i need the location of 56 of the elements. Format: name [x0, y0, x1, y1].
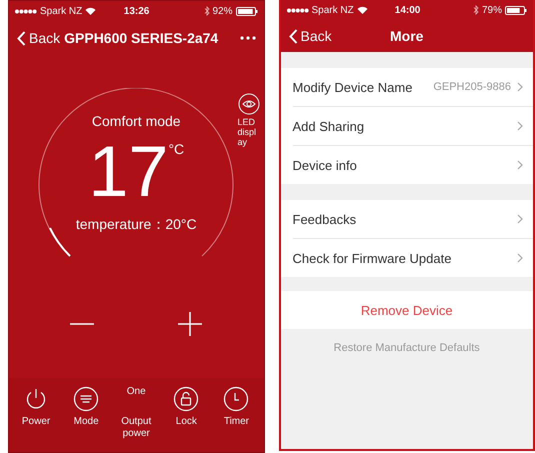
- menu-row[interactable]: Check for Firmware Update: [292, 239, 533, 277]
- menu-row[interactable]: Add Sharing: [292, 107, 533, 146]
- device-title: GPPH600 SERIES-2a74: [64, 30, 220, 46]
- battery-icon: [505, 6, 528, 14]
- setpoint-temperature: 17: [88, 133, 168, 211]
- chevron-right-icon: [517, 160, 523, 170]
- device-name-value: GEPH205-9886: [433, 81, 511, 93]
- chevron-right-icon: [517, 82, 523, 92]
- bluetooth-icon: [473, 5, 479, 15]
- back-button[interactable]: Back: [288, 28, 332, 44]
- chevron-right-icon: [517, 214, 523, 224]
- remove-device-button[interactable]: Remove Device: [280, 291, 533, 329]
- eye-icon: [238, 93, 260, 115]
- chevron-right-icon: [517, 253, 523, 263]
- battery-percent: 92%: [212, 6, 233, 16]
- led-display-button[interactable]: LED display: [236, 93, 260, 147]
- chevron-right-icon: [517, 121, 523, 131]
- menu-label: Add Sharing: [292, 118, 366, 134]
- clock-time: 13:26: [124, 6, 150, 16]
- more-options-icon[interactable]: [240, 36, 256, 40]
- minus-icon: [70, 323, 94, 325]
- plus-icon: [176, 310, 204, 338]
- back-chevron-icon: [17, 30, 26, 46]
- back-button[interactable]: Back: [17, 30, 60, 46]
- menu-label: Check for Firmware Update: [292, 250, 452, 266]
- carrier-name: Spark NZ: [40, 6, 82, 16]
- mode-icon[interactable]: [73, 386, 100, 412]
- mode-label: Comfort mode: [92, 113, 181, 129]
- increase-button[interactable]: [176, 310, 204, 338]
- current-temperature: temperature：20°C: [76, 216, 197, 234]
- screen-title: More: [390, 28, 424, 44]
- menu-label: Device info: [292, 158, 358, 172]
- clock-icon[interactable]: [223, 386, 250, 412]
- control-label: Lock: [176, 416, 197, 428]
- wifi-icon: [356, 6, 368, 14]
- signal-icon: [15, 8, 37, 14]
- unlocked-padlock-icon[interactable]: [173, 386, 200, 412]
- control-label: Output power: [120, 416, 152, 440]
- wifi-icon: [85, 7, 96, 15]
- menu-row[interactable]: Device info: [292, 146, 533, 184]
- clock-time: 14:00: [394, 4, 420, 16]
- output-power-value[interactable]: One: [126, 386, 146, 412]
- temperature-unit: °C: [168, 141, 184, 157]
- menu-row[interactable]: Feedbacks: [292, 200, 533, 239]
- carrier-name: Spark NZ: [312, 4, 354, 16]
- menu-row[interactable]: Modify Device Name GEPH205-9886: [292, 68, 533, 107]
- bluetooth-icon: [204, 6, 210, 16]
- back-chevron-icon: [288, 28, 298, 44]
- control-label: Power: [22, 416, 50, 428]
- battery-percent: 79%: [482, 4, 502, 16]
- signal-icon: [286, 8, 308, 12]
- control-label: Mode: [74, 416, 99, 428]
- menu-label: Feedbacks: [292, 212, 358, 226]
- battery-icon: [236, 6, 258, 16]
- control-label: Timer: [224, 416, 250, 428]
- menu-label: Modify Device Name: [292, 80, 414, 94]
